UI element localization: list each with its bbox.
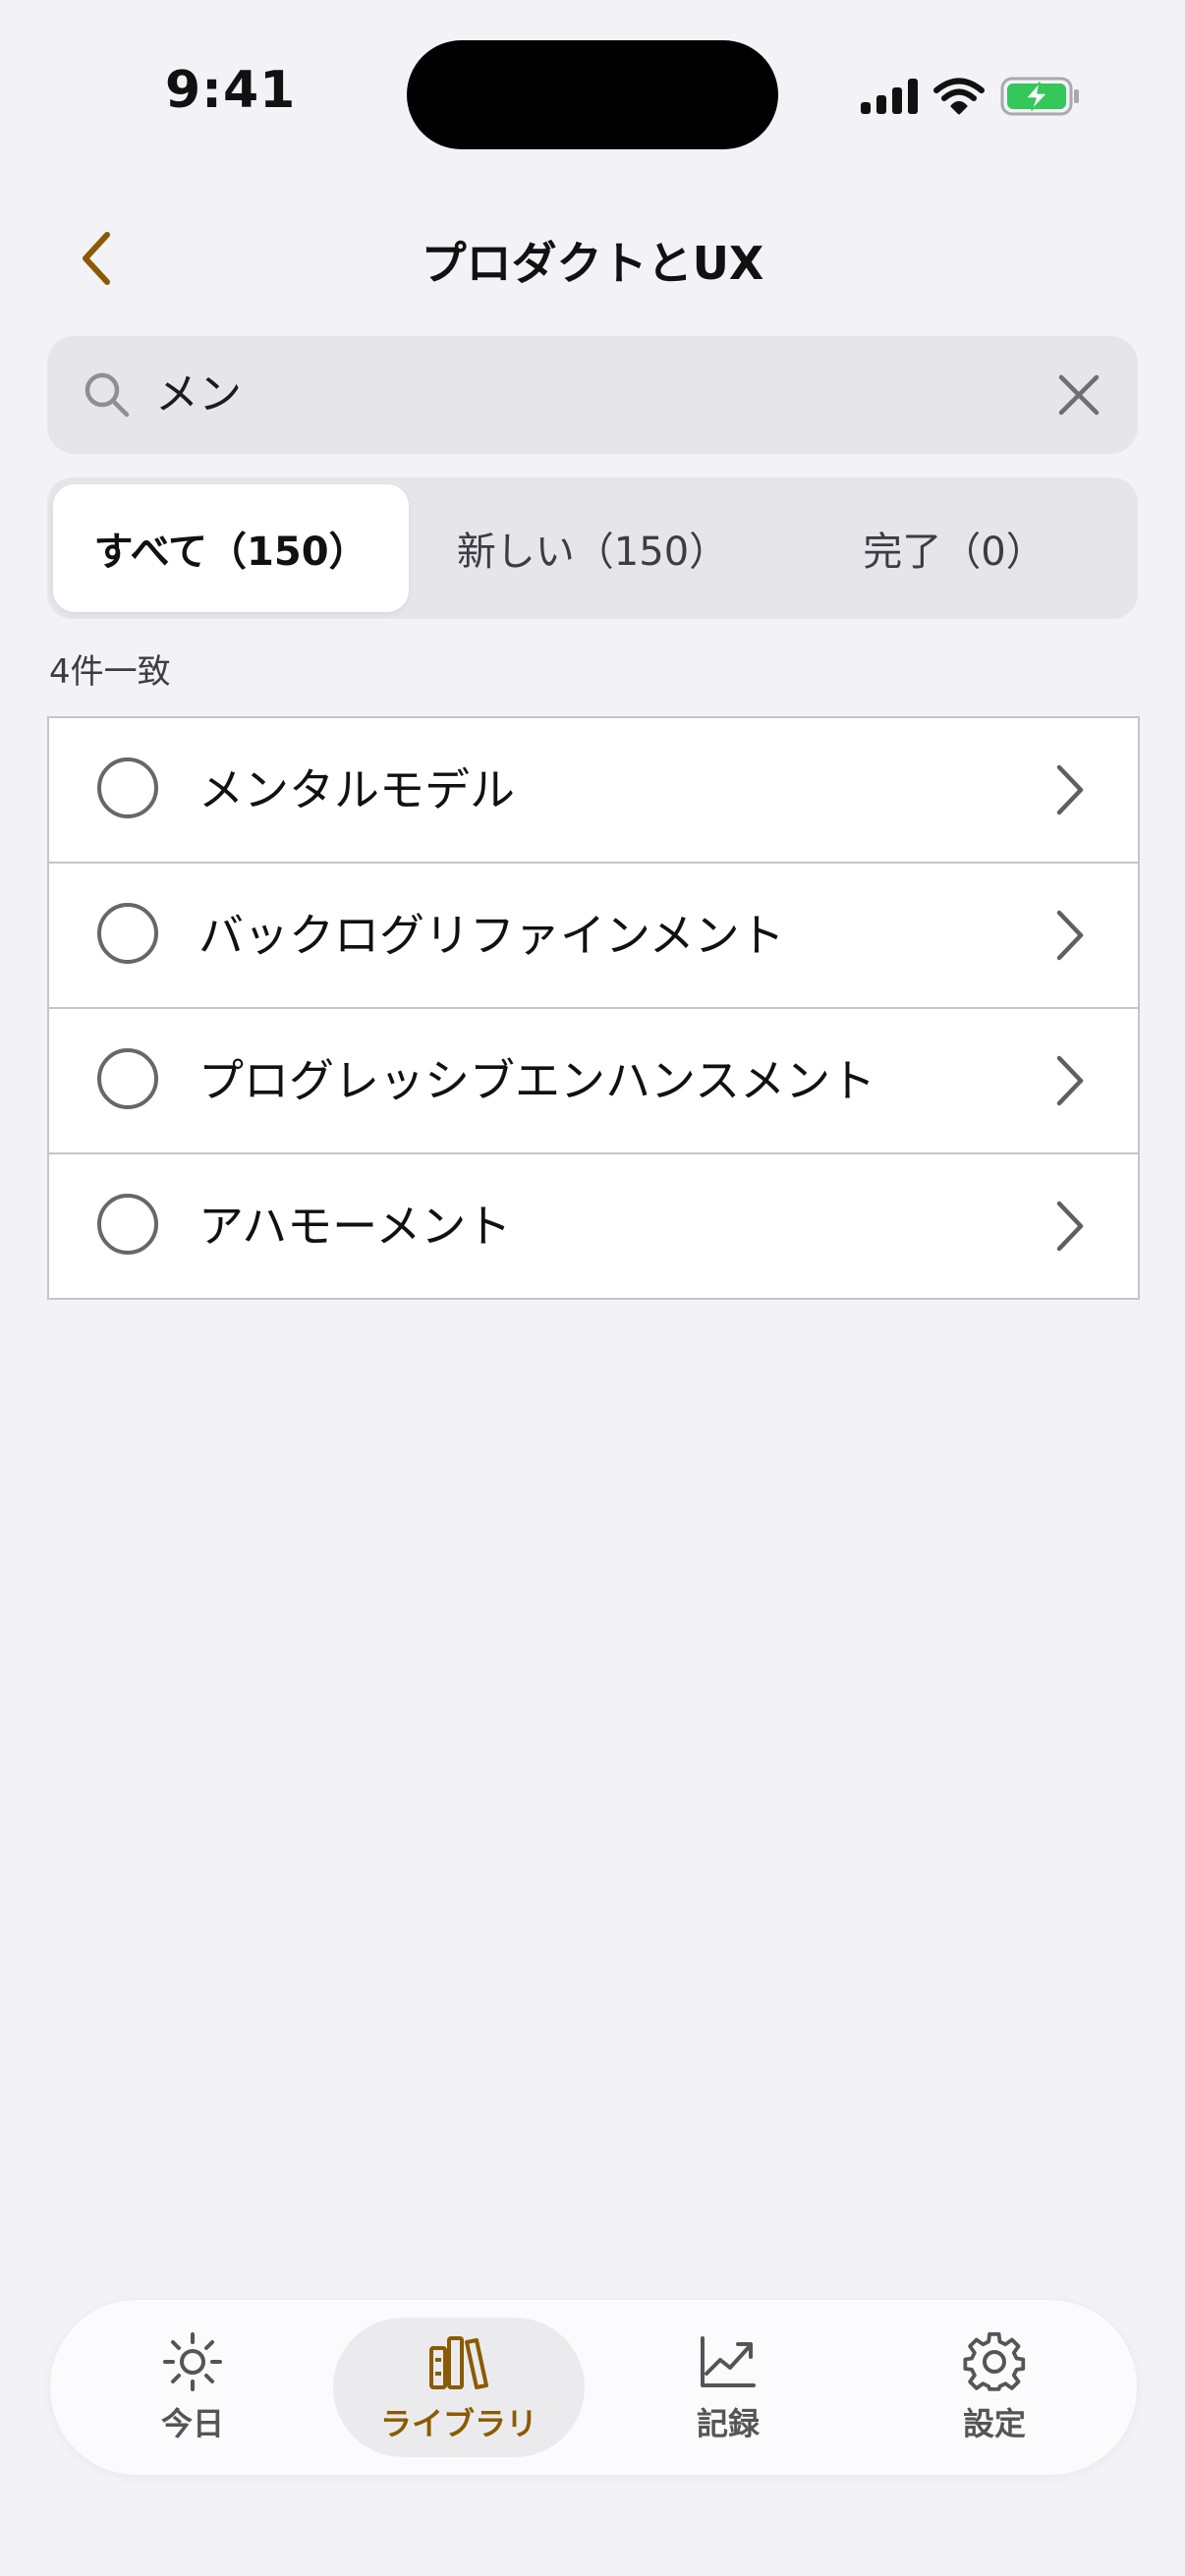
- chart-line-icon: [701, 2336, 756, 2387]
- tab-label: 今日: [160, 2405, 224, 2442]
- tab-bar: 今日 ライブラリ 記録 設定: [49, 2299, 1138, 2476]
- chevron-right-icon: [1056, 910, 1084, 961]
- filter-segmented-control: すべて（150） 新しい（150） 完了（0）: [47, 477, 1138, 619]
- dynamic-island: [407, 40, 778, 149]
- checkbox-circle-icon[interactable]: [97, 903, 158, 964]
- list-item-label: バックログリファインメント: [198, 909, 785, 962]
- search-field[interactable]: メン: [47, 336, 1138, 454]
- chevron-right-icon: [1056, 1201, 1084, 1252]
- search-input[interactable]: メン: [155, 364, 242, 426]
- list-item-label: メンタルモデル: [198, 763, 515, 816]
- tab-today[interactable]: 今日: [67, 2318, 318, 2457]
- results-list: メンタルモデル バックログリファインメント プログレッシブエンハンスメント アハ…: [47, 716, 1140, 1300]
- tab-records[interactable]: 記録: [602, 2318, 854, 2457]
- sun-icon: [163, 2332, 222, 2391]
- tab-label: 設定: [962, 2405, 1026, 2442]
- list-item[interactable]: バックログリファインメント: [49, 862, 1138, 1007]
- list-item-label: アハモーメント: [198, 1200, 512, 1253]
- segment-new[interactable]: 新しい（150）: [415, 484, 770, 612]
- checkbox-circle-icon[interactable]: [97, 1048, 158, 1109]
- checkbox-circle-icon[interactable]: [97, 1194, 158, 1255]
- clear-search-icon[interactable]: [1053, 369, 1104, 420]
- chevron-right-icon: [1056, 764, 1084, 815]
- page-title: プロダクトとUX: [421, 237, 764, 290]
- chevron-right-icon: [1056, 1055, 1084, 1106]
- list-item[interactable]: メンタルモデル: [49, 718, 1138, 862]
- status-time: 9:41: [165, 61, 297, 120]
- status-icons: [861, 69, 1081, 124]
- cellular-signal-icon: [861, 79, 918, 114]
- match-count: 4件一致: [49, 652, 171, 692]
- checkbox-circle-icon[interactable]: [97, 757, 158, 818]
- tab-label: ライブラリ: [379, 2405, 537, 2442]
- list-item[interactable]: アハモーメント: [49, 1152, 1138, 1298]
- books-icon: [429, 2336, 488, 2389]
- tab-library[interactable]: ライブラリ: [333, 2318, 585, 2457]
- tab-label: 記録: [696, 2405, 760, 2442]
- list-item-label: プログレッシブエンハンスメント: [198, 1054, 876, 1107]
- segment-all[interactable]: すべて（150）: [53, 484, 409, 612]
- wifi-icon: [933, 78, 985, 115]
- search-icon: [85, 372, 130, 418]
- tab-settings[interactable]: 設定: [869, 2318, 1120, 2457]
- segment-done[interactable]: 完了（0）: [776, 484, 1132, 612]
- gear-icon: [963, 2331, 1026, 2391]
- battery-charging-icon: [1000, 77, 1079, 116]
- list-item[interactable]: プログレッシブエンハンスメント: [49, 1007, 1138, 1152]
